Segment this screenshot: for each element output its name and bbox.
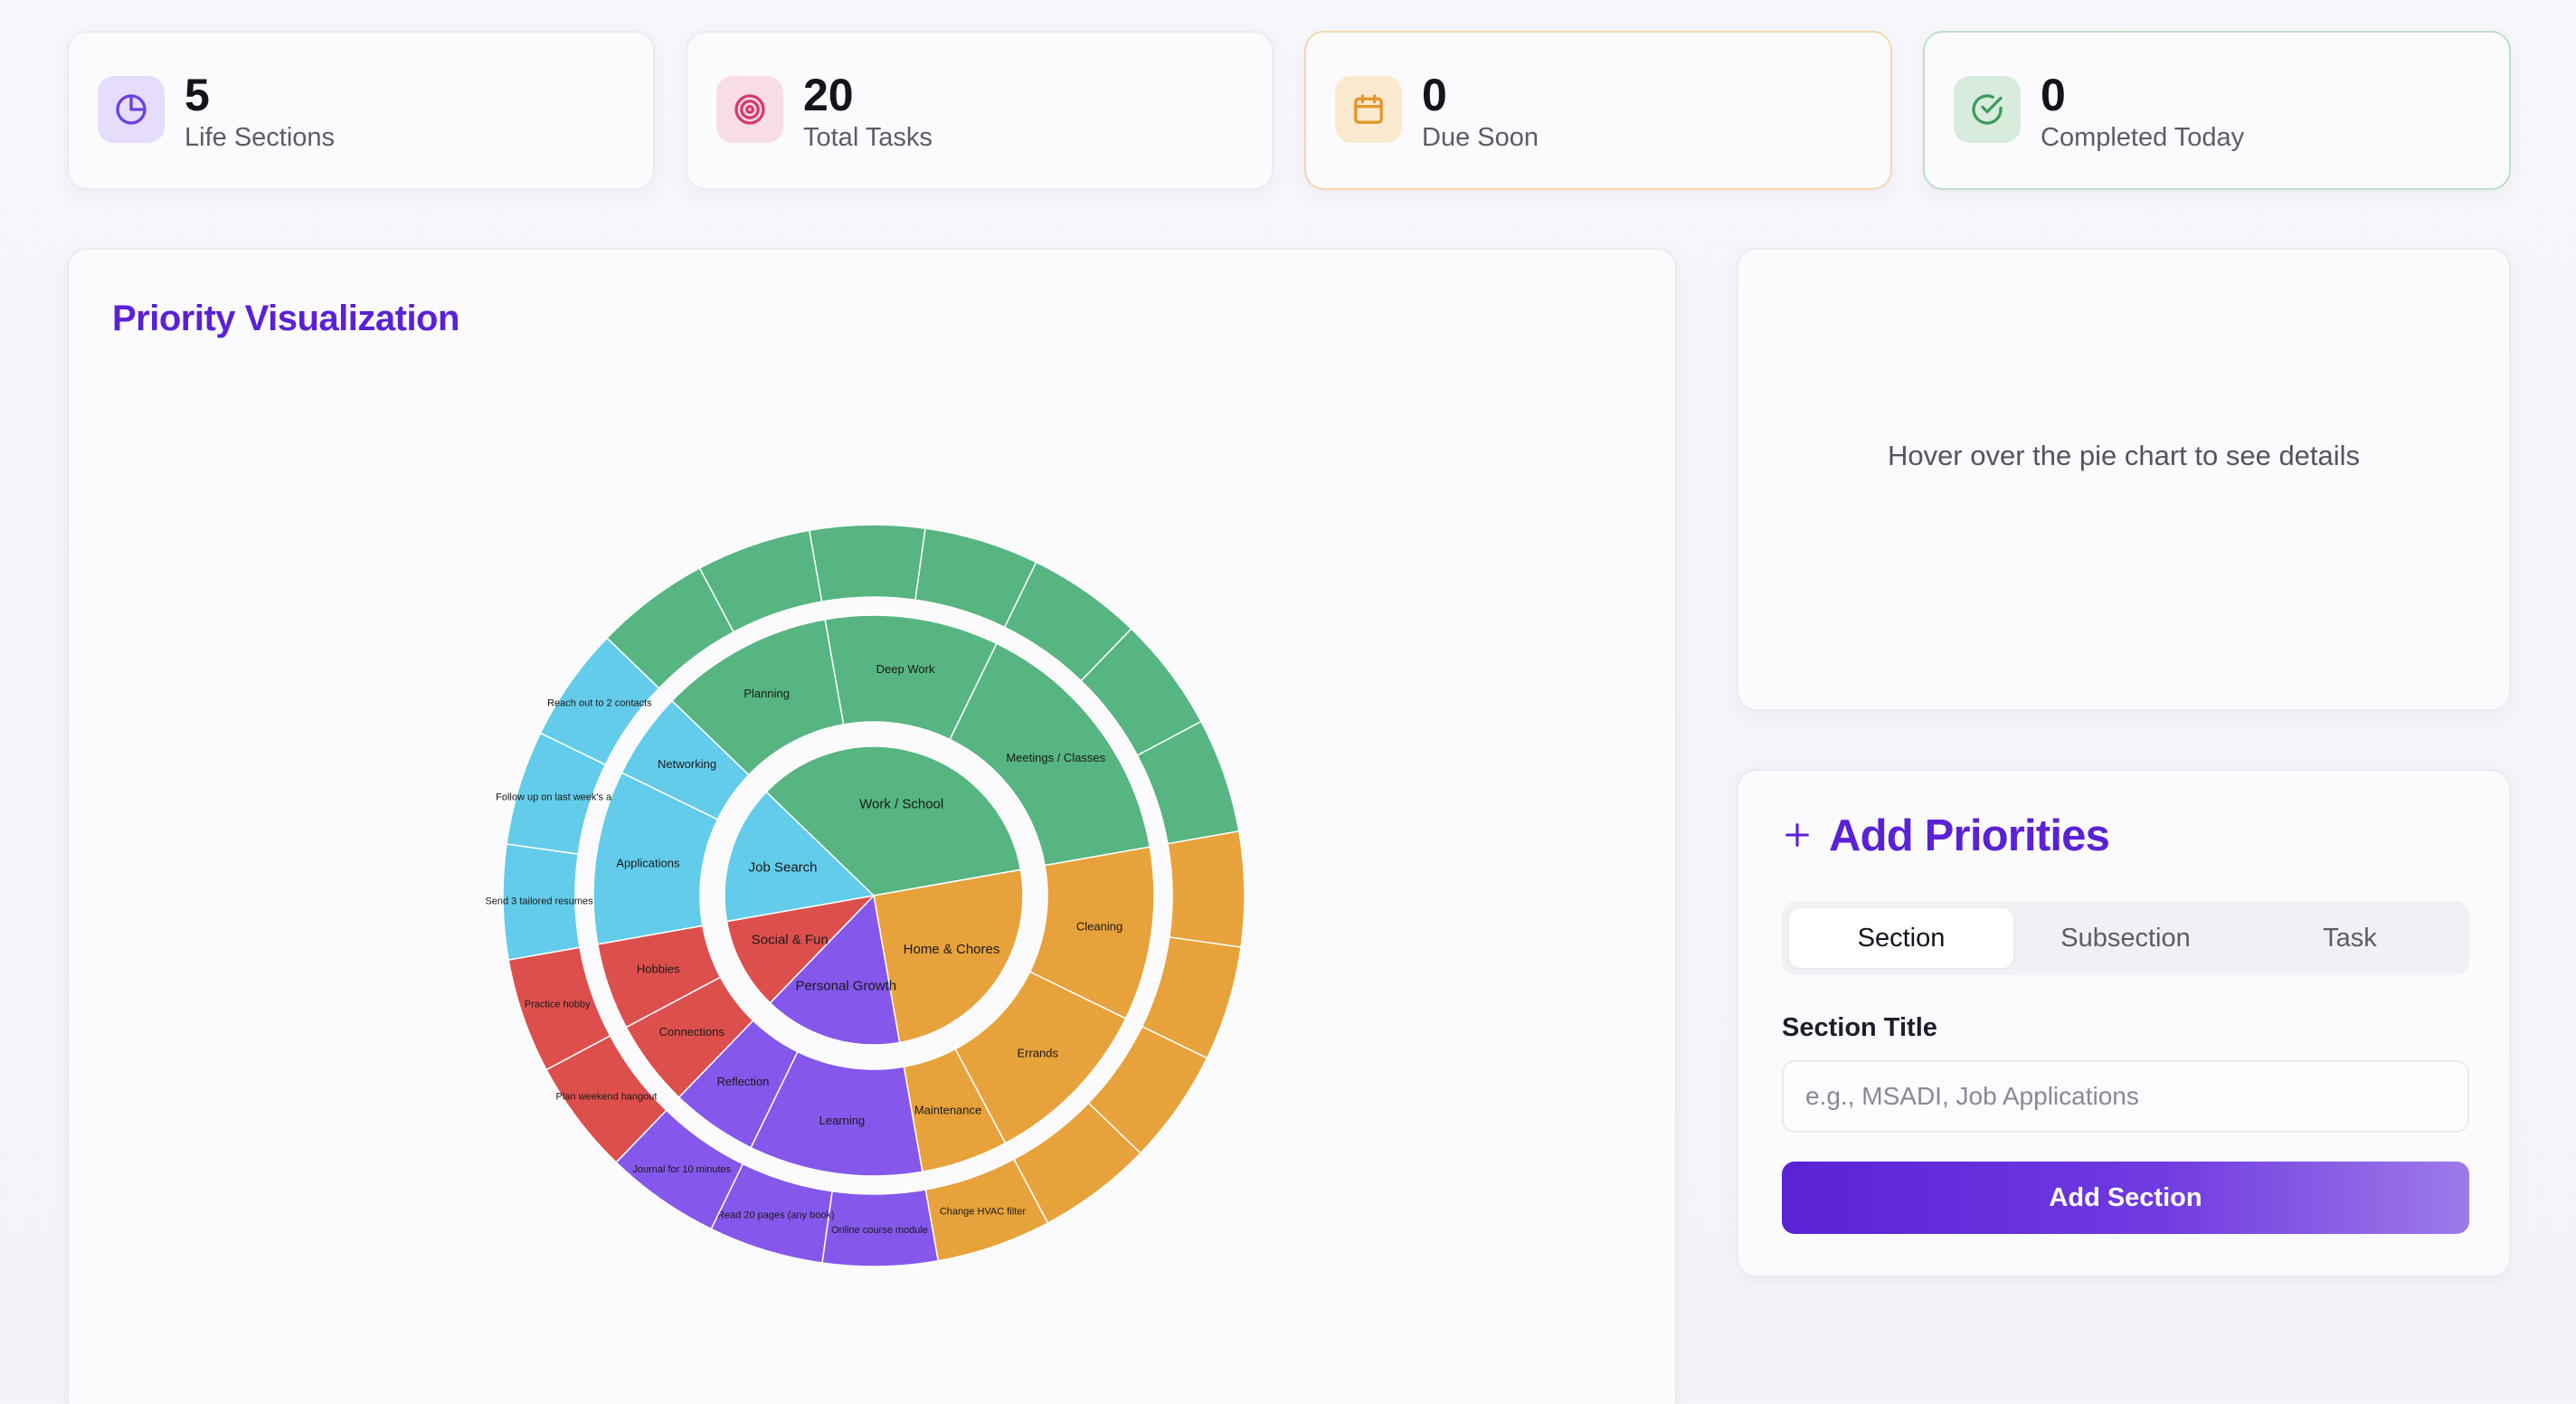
stat-label: Completed Today [2041, 123, 2245, 152]
stat-card-total-tasks: 20 Total Tasks [686, 31, 1274, 190]
tab-task[interactable]: Task [2238, 908, 2462, 968]
pie-chart-icon [98, 76, 165, 143]
task-label: Follow up on last week's a [496, 792, 612, 803]
task-label: Send 3 tailored resumes [485, 896, 593, 906]
subsection-label: Meetings / Classes [1006, 751, 1105, 764]
task-label: Online course module [831, 1225, 928, 1236]
task-label: Read 20 pages (any book) [717, 1210, 835, 1221]
stat-value: 0 [2041, 70, 2066, 120]
task-label: Plan weekend hangout [556, 1092, 658, 1103]
section-label: Work / School [859, 797, 943, 812]
check-circle-icon [1954, 76, 2021, 143]
subsection-label: Reflection [717, 1075, 770, 1088]
subsection-label: Connections [659, 1025, 725, 1039]
sunburst-chart[interactable]: Job Search Applications Send 3 tailored re… [69, 250, 1679, 1404]
hover-hint: Hover over the pie chart to see details [1887, 440, 2361, 471]
section-label: Home & Chores [904, 942, 1000, 957]
priority-visualization-panel: Priority Visualization Job Search Applica… [67, 248, 1677, 1404]
section-label: Personal Growth [795, 978, 896, 993]
task-label: Reach out to 2 contacts [547, 698, 652, 709]
stat-label: Due Soon [1422, 123, 1539, 152]
section-title-input[interactable] [1782, 1060, 2469, 1133]
subsection-label: Errands [1018, 1046, 1059, 1059]
stat-value: 20 [803, 70, 854, 120]
tab-subsection[interactable]: Subsection [2013, 908, 2238, 968]
add-priorities-title: Add Priorities [1829, 811, 2110, 860]
plus-icon [1782, 820, 1813, 855]
details-panel: Hover over the pie chart to see details [1737, 248, 2511, 711]
subsection-label: Deep Work [876, 662, 935, 676]
add-priorities-panel: Add Priorities Section Subsection Task S… [1737, 769, 2511, 1277]
task-label: Journal for 10 minutes [632, 1164, 731, 1175]
stat-card-due-soon: 0 Due Soon [1304, 31, 1892, 190]
subsection-label: Networking [658, 757, 716, 771]
task-slice[interactable] [1167, 830, 1245, 948]
task-label: Change HVAC filter [940, 1207, 1027, 1218]
target-icon [716, 76, 783, 143]
stat-value: 5 [185, 70, 210, 120]
subsection-label: Planning [743, 687, 790, 700]
section-label: Social & Fun [752, 932, 829, 947]
stat-label: Total Tasks [803, 123, 933, 152]
add-section-button[interactable]: Add Section [1782, 1162, 2469, 1234]
subsection-label: Applications [616, 856, 680, 869]
stat-card-life-sections: 5 Life Sections [67, 31, 655, 190]
stat-card-completed-today: 0 Completed Today [1923, 31, 2511, 190]
subsection-label: Learning [819, 1114, 866, 1127]
tab-section[interactable]: Section [1789, 908, 2013, 968]
section-label: Job Search [749, 859, 818, 875]
subsection-label: Hobbies [637, 962, 680, 975]
tab-bar: Section Subsection Task [1782, 901, 2469, 975]
calendar-icon [1335, 76, 1402, 143]
stat-label: Life Sections [185, 123, 336, 152]
section-title-label: Section Title [1782, 1013, 1937, 1042]
subsection-label: Maintenance [914, 1104, 981, 1117]
stat-value: 0 [1422, 70, 1447, 120]
subsection-label: Cleaning [1076, 920, 1122, 934]
task-slice[interactable] [808, 524, 926, 602]
task-label: Practice hobby [525, 999, 591, 1010]
